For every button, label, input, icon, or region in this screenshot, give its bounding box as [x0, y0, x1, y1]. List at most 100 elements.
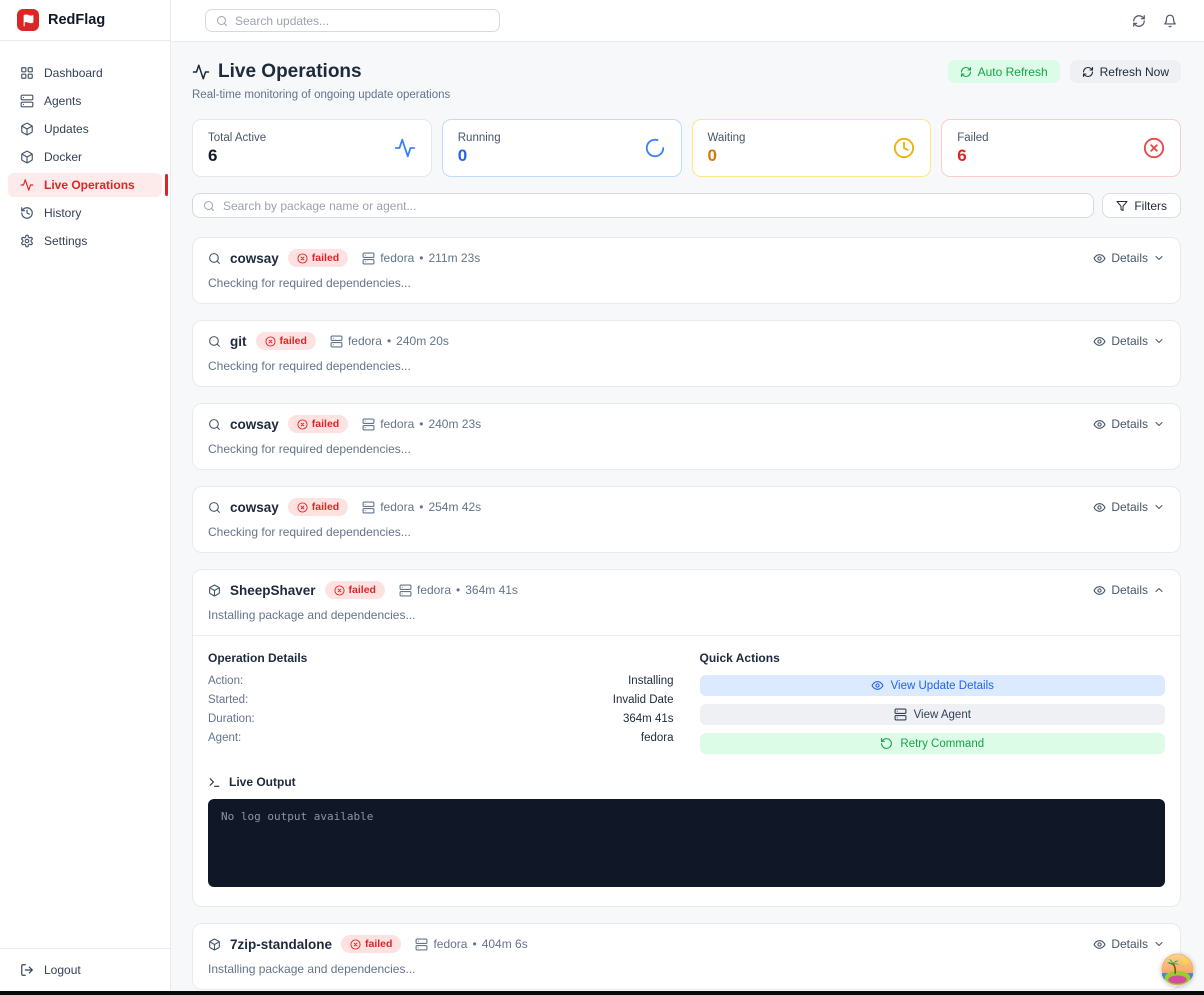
sidebar-item-live-operations[interactable]: Live Operations: [8, 173, 162, 197]
gear-icon: [20, 234, 34, 248]
filters-button[interactable]: Filters: [1102, 193, 1181, 218]
sidebar-item-settings[interactable]: Settings: [8, 229, 162, 253]
sidebar-item-label: Live Operations: [44, 178, 135, 192]
detail-row-action: Action: Installing: [208, 675, 674, 687]
eye-icon: [1093, 938, 1106, 951]
agent-name: fedora: [380, 500, 414, 514]
auto-refresh-icon: [960, 66, 972, 78]
operation-details-section: Operation Details Action: Installing Sta…: [208, 651, 674, 762]
server-icon: [20, 94, 34, 108]
server-icon: [362, 501, 375, 514]
operation-card: 7zip-standalone failed fedora•404m 6s De…: [192, 923, 1181, 990]
global-search[interactable]: [205, 9, 500, 32]
sidebar-header: RedFlag: [0, 0, 170, 41]
page-subtitle: Real-time monitoring of ongoing update o…: [192, 89, 1181, 101]
stats-row: Total Active 6 Running 0 Waiting 0 Faile…: [192, 119, 1181, 177]
detail-row-duration: Duration: 364m 41s: [208, 713, 674, 725]
package-search-input[interactable]: [223, 199, 1083, 213]
agent-name: fedora: [433, 937, 467, 951]
operation-status-message: Checking for required dependencies...: [208, 276, 1165, 290]
eye-icon: [1093, 584, 1106, 597]
package-name: cowsay: [230, 417, 279, 432]
view-update-details-button[interactable]: View Update Details: [700, 675, 1166, 696]
view-agent-button[interactable]: View Agent: [700, 704, 1166, 725]
eye-icon: [1093, 418, 1106, 431]
status-badge: failed: [288, 498, 348, 516]
package-name: cowsay: [230, 251, 279, 266]
operation-card-expanded: SheepShaver failed fedora•364m 41s Detai…: [192, 569, 1181, 907]
sidebar-item-agents[interactable]: Agents: [8, 89, 162, 113]
status-badge: failed: [325, 581, 385, 599]
auto-refresh-button[interactable]: Auto Refresh: [948, 60, 1060, 83]
bell-icon[interactable]: [1163, 14, 1177, 28]
sidebar-item-docker[interactable]: Docker: [8, 145, 162, 169]
sidebar-item-label: Updates: [44, 122, 89, 136]
chevron-down-icon: [1153, 252, 1165, 264]
operations-list: cowsay failed fedora•211m 23s Details Ch…: [192, 237, 1181, 990]
sidebar-item-label: Dashboard: [44, 66, 103, 80]
duration: 240m 20s: [396, 334, 449, 348]
filters-label: Filters: [1134, 199, 1167, 213]
stat-value: 6: [957, 147, 988, 164]
operation-meta: fedora•211m 23s: [362, 251, 480, 265]
funnel-icon: [1116, 200, 1128, 212]
refresh-now-button[interactable]: Refresh Now: [1070, 60, 1181, 83]
stat-label: Waiting: [708, 132, 746, 144]
search-icon: [208, 501, 221, 514]
duration: 364m 41s: [465, 583, 518, 597]
retry-icon: [880, 737, 893, 750]
operation-status-message: Checking for required dependencies...: [208, 442, 1165, 456]
retry-command-button[interactable]: Retry Command: [700, 733, 1166, 754]
chevron-down-icon: [1153, 418, 1165, 430]
search-icon: [208, 252, 221, 265]
global-search-input[interactable]: [235, 14, 489, 28]
stat-card-waiting: Waiting 0: [692, 119, 932, 177]
chevron-down-icon: [1153, 938, 1165, 950]
operation-meta: fedora•240m 23s: [362, 417, 481, 431]
details-toggle[interactable]: Details: [1093, 500, 1165, 514]
details-toggle[interactable]: Details: [1093, 583, 1165, 597]
stat-label: Total Active: [208, 132, 266, 144]
package-icon: [20, 122, 34, 136]
operation-status-message: Installing package and dependencies...: [208, 608, 1165, 622]
operation-status-message: Installing package and dependencies...: [208, 962, 1165, 976]
live-output-terminal[interactable]: No log output available: [208, 799, 1165, 887]
details-toggle[interactable]: Details: [1093, 334, 1165, 348]
stat-value: 6: [208, 147, 266, 164]
sidebar-item-history[interactable]: History: [8, 201, 162, 225]
search-icon: [208, 418, 221, 431]
quick-actions-heading: Quick Actions: [700, 651, 1166, 665]
package-icon: [208, 584, 221, 597]
agent-name: fedora: [348, 334, 382, 348]
sidebar-item-updates[interactable]: Updates: [8, 117, 162, 141]
eye-icon: [1093, 335, 1106, 348]
logout-icon: [20, 963, 34, 977]
logout-button[interactable]: Logout: [0, 948, 170, 995]
x-circle-icon: [1143, 137, 1165, 159]
redflag-logo-icon: [17, 9, 39, 31]
main-content: Live Operations Auto Refresh Refresh Now…: [171, 42, 1204, 995]
detail-row-started: Started: Invalid Date: [208, 694, 674, 706]
duration: 404m 6s: [482, 937, 528, 951]
page-header: Live Operations Auto Refresh Refresh Now: [192, 60, 1181, 83]
island-widget-button[interactable]: [1161, 953, 1194, 986]
duration: 254m 42s: [428, 500, 481, 514]
status-badge: failed: [341, 935, 401, 953]
stat-card-running: Running 0: [442, 119, 682, 177]
refresh-icon[interactable]: [1132, 14, 1146, 28]
page-title: Live Operations: [218, 61, 362, 83]
stat-label: Failed: [957, 132, 988, 144]
details-toggle[interactable]: Details: [1093, 417, 1165, 431]
details-toggle[interactable]: Details: [1093, 937, 1165, 951]
detail-row-agent: Agent: fedora: [208, 732, 674, 744]
details-toggle[interactable]: Details: [1093, 251, 1165, 265]
sidebar-item-dashboard[interactable]: Dashboard: [8, 61, 162, 85]
search-icon: [203, 200, 215, 212]
status-badge: failed: [256, 332, 316, 350]
package-search[interactable]: [192, 193, 1094, 218]
operation-meta: fedora•364m 41s: [399, 583, 518, 597]
activity-icon: [394, 137, 416, 159]
sidebar-item-label: Agents: [44, 94, 81, 108]
sidebar-nav: Dashboard Agents Updates Docker Live Ope…: [0, 41, 170, 948]
history-clock-icon: [20, 206, 34, 220]
